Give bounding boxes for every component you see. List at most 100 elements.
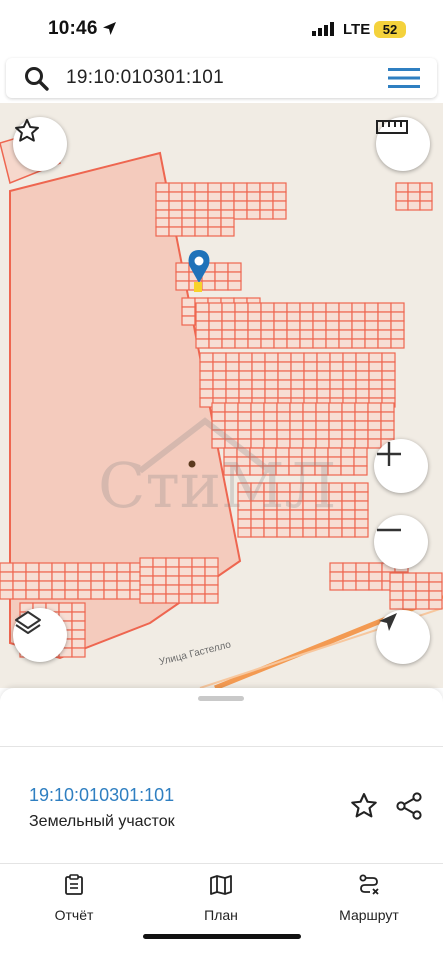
land-plot[interactable] — [303, 352, 318, 363]
land-plot[interactable] — [220, 182, 235, 193]
land-plot[interactable] — [246, 182, 261, 193]
land-plot[interactable] — [234, 311, 249, 322]
land-plot[interactable] — [277, 370, 292, 381]
land-plot[interactable] — [312, 311, 327, 322]
land-plot[interactable] — [329, 352, 344, 363]
land-plot[interactable] — [389, 572, 404, 583]
land-plot[interactable] — [368, 361, 383, 372]
land-plot[interactable] — [302, 402, 317, 413]
land-plot[interactable] — [338, 338, 353, 349]
land-plot[interactable] — [259, 182, 274, 193]
land-plot[interactable] — [380, 420, 395, 431]
land-plot[interactable] — [342, 388, 357, 399]
land-plot[interactable] — [250, 438, 265, 449]
land-plot[interactable] — [212, 370, 227, 381]
land-plot[interactable] — [290, 388, 305, 399]
land-plot[interactable] — [237, 411, 252, 422]
land-plot[interactable] — [368, 580, 383, 591]
land-plot[interactable] — [277, 388, 292, 399]
favorite-button[interactable] — [13, 117, 67, 171]
land-plot[interactable] — [58, 602, 73, 613]
land-plot[interactable] — [204, 593, 219, 604]
land-plot[interactable] — [276, 527, 291, 538]
land-plot[interactable] — [342, 562, 357, 573]
land-plot[interactable] — [415, 590, 430, 601]
land-plot[interactable] — [276, 402, 291, 413]
land-plot[interactable] — [251, 379, 266, 390]
land-plot[interactable] — [402, 590, 417, 601]
land-plot[interactable] — [302, 527, 317, 538]
land-plot[interactable] — [224, 411, 239, 422]
land-plot[interactable] — [234, 338, 249, 349]
land-plot[interactable] — [77, 571, 92, 582]
land-plot[interactable] — [364, 311, 379, 322]
land-plot[interactable] — [208, 302, 223, 313]
land-plot[interactable] — [272, 182, 287, 193]
land-plot[interactable] — [407, 200, 421, 211]
land-plot[interactable] — [259, 191, 274, 202]
land-plot[interactable] — [273, 320, 288, 331]
land-plot[interactable] — [354, 500, 369, 511]
land-plot[interactable] — [273, 302, 288, 313]
land-plot[interactable] — [328, 438, 343, 449]
land-plot[interactable] — [152, 557, 167, 568]
land-plot[interactable] — [38, 589, 53, 600]
land-plot[interactable] — [381, 361, 396, 372]
land-plot[interactable] — [367, 411, 382, 422]
land-plot[interactable] — [233, 182, 248, 193]
land-plot[interactable] — [289, 402, 304, 413]
add-favorite-star-icon[interactable] — [349, 791, 379, 821]
land-plot[interactable] — [25, 589, 40, 600]
land-plot[interactable] — [221, 302, 236, 313]
land-plot[interactable] — [12, 580, 27, 591]
land-plot[interactable] — [277, 379, 292, 390]
land-plot[interactable] — [237, 429, 252, 440]
land-plot[interactable] — [214, 262, 229, 273]
land-plot[interactable] — [263, 420, 278, 431]
land-plot[interactable] — [246, 209, 261, 220]
land-plot[interactable] — [181, 200, 196, 211]
land-plot[interactable] — [390, 329, 405, 340]
land-plot[interactable] — [0, 580, 14, 591]
land-plot[interactable] — [194, 191, 209, 202]
land-plot[interactable] — [428, 590, 443, 601]
land-plot[interactable] — [246, 200, 261, 211]
land-plot[interactable] — [260, 311, 275, 322]
search-bar[interactable]: 19:10:010301:101 — [6, 58, 437, 98]
land-plot[interactable] — [367, 420, 382, 431]
land-plot[interactable] — [175, 271, 190, 282]
land-plot[interactable] — [342, 361, 357, 372]
land-plot[interactable] — [364, 302, 379, 313]
land-plot[interactable] — [204, 584, 219, 595]
land-plot[interactable] — [355, 379, 370, 390]
land-plot[interactable] — [155, 226, 170, 237]
land-plot[interactable] — [178, 557, 193, 568]
land-plot[interactable] — [221, 329, 236, 340]
land-plot[interactable] — [139, 566, 154, 577]
land-plot[interactable] — [259, 209, 274, 220]
land-plot[interactable] — [325, 320, 340, 331]
land-plot[interactable] — [329, 562, 344, 573]
land-plot[interactable] — [415, 581, 430, 592]
land-plot[interactable] — [250, 402, 265, 413]
ruler-button[interactable] — [376, 117, 430, 171]
land-plot[interactable] — [264, 370, 279, 381]
land-plot[interactable] — [38, 562, 53, 573]
map-canvas[interactable]: СтиМЛ Улица Гастелло — [0, 103, 443, 688]
land-plot[interactable] — [181, 182, 196, 193]
land-plot[interactable] — [419, 191, 433, 202]
land-plot[interactable] — [12, 589, 27, 600]
land-plot[interactable] — [227, 280, 242, 291]
land-plot[interactable] — [272, 200, 287, 211]
land-plot[interactable] — [355, 388, 370, 399]
land-plot[interactable] — [71, 611, 86, 622]
land-plot[interactable] — [64, 589, 79, 600]
land-plot[interactable] — [152, 584, 167, 595]
land-plot[interactable] — [302, 411, 317, 422]
share-icon[interactable] — [394, 791, 424, 821]
land-plot[interactable] — [289, 420, 304, 431]
land-plot[interactable] — [25, 580, 40, 591]
land-plot[interactable] — [415, 572, 430, 583]
land-plot[interactable] — [260, 320, 275, 331]
land-plot[interactable] — [234, 302, 249, 313]
